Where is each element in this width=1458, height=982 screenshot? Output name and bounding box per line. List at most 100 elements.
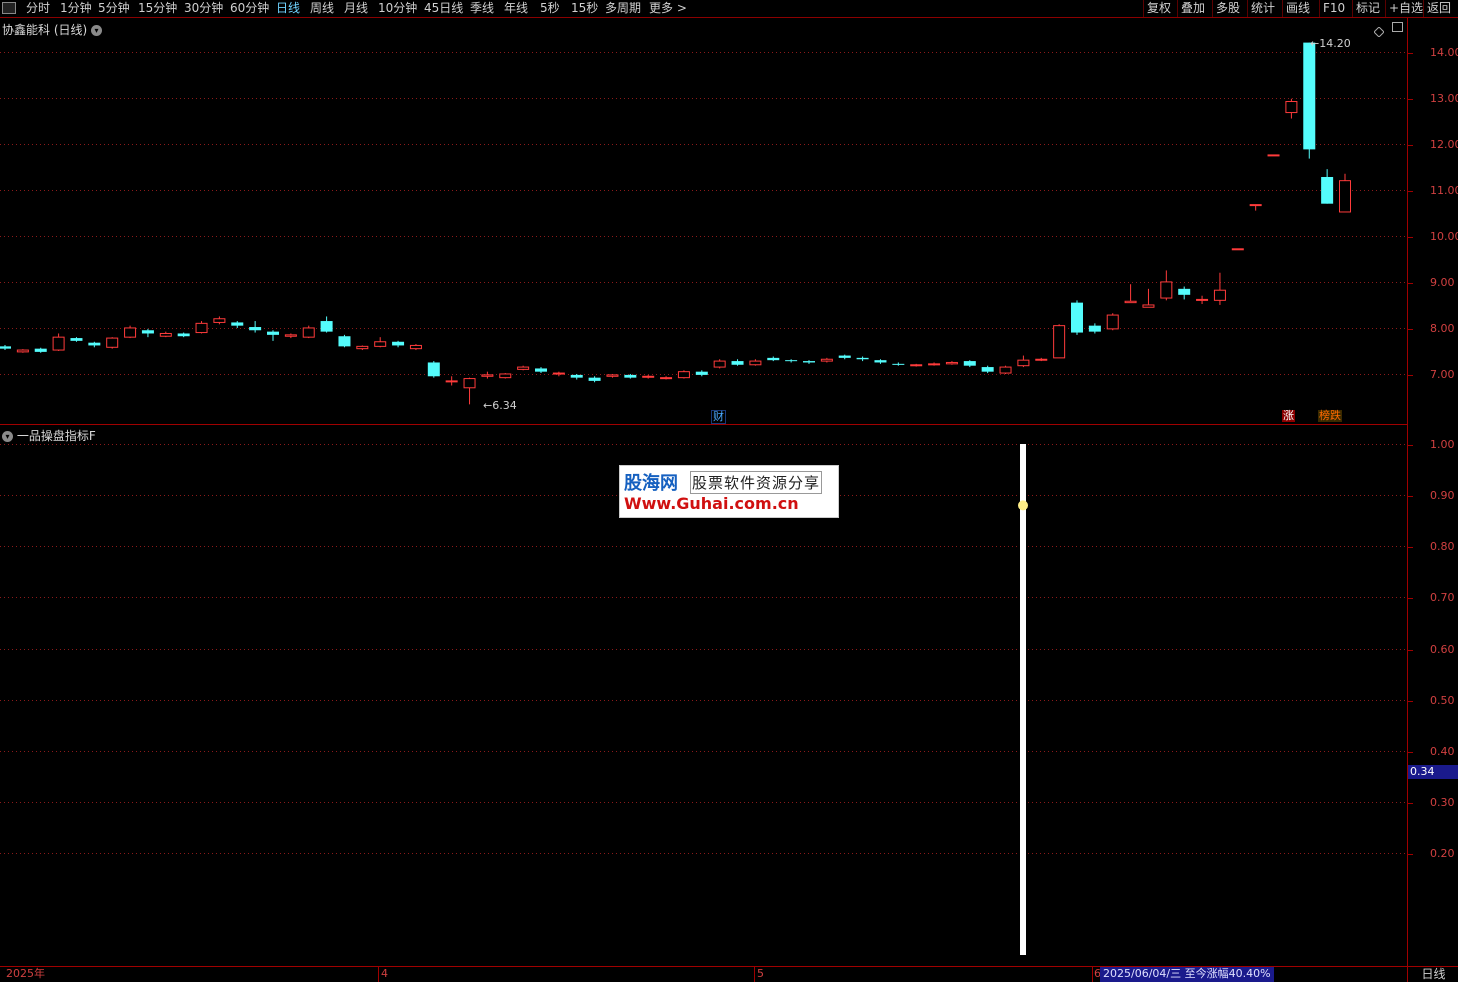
candle-body [1071,302,1083,333]
candle-body [874,360,887,363]
candle-body [302,327,315,338]
candle-body [1321,176,1334,204]
candle-body [535,368,547,372]
candle-body [1142,304,1155,308]
candle-body [588,377,601,381]
indicator-axis-label: 0.30 [1430,795,1455,809]
candle-body [195,322,208,334]
indicator-axis-label: 0.40 [1430,744,1455,758]
candle-body [52,336,65,351]
price-axis-label: 7.00 [1430,367,1455,381]
y-tick [1408,236,1413,238]
month-label: 5 [757,967,764,980]
panel-divider [0,424,1407,425]
price-axis-label: 14.00 [1430,45,1458,59]
y-tick [1408,751,1413,753]
y-tick [1408,495,1413,497]
y-tick [1408,190,1413,192]
candle-body [767,357,780,361]
price-axis-border [1407,18,1408,967]
indicator-axis-label: 1.00 [1430,437,1455,451]
finance-marker[interactable]: 财 [711,410,726,424]
candle-body [1088,325,1101,332]
candle-body [1196,298,1209,301]
candle-body [124,327,137,338]
candle-body [141,330,154,334]
candle-body [660,377,673,380]
range-status: 2025/06/04/三 至今涨幅40.40% [1100,967,1274,982]
candle-body [1106,314,1119,330]
y-tick [1408,802,1413,804]
candle-body [981,367,994,372]
signal-dot [1018,500,1028,511]
candle-body [159,332,172,337]
candle-body [409,344,422,350]
candle-body [856,357,869,360]
candle-body [928,363,941,366]
y-tick [1408,853,1413,855]
y-tick [1408,546,1413,548]
candle-body [624,374,637,378]
candle-body [1035,358,1048,361]
candle-body [1017,359,1030,367]
candle-body [70,338,83,341]
watermark-slogan: 股票软件资源分享 [690,471,823,494]
candle-body [1285,101,1298,114]
y-tick [1408,597,1413,599]
price-axis-label: 11.00 [1430,183,1458,197]
watermark-brand: 股海网 [624,473,678,494]
candle-body [177,333,190,337]
candle-body [338,336,351,347]
candle-body [374,341,387,347]
candle-body [499,373,512,379]
candle-body [16,349,29,353]
candle-body [284,334,297,337]
indicator-axis-label: 0.90 [1430,488,1455,502]
year-label: 2025年 [6,967,45,980]
candle-body [820,358,833,362]
date-tick [754,967,755,982]
low-price-label: ←6.34 [483,399,517,412]
candle-body [1178,288,1191,295]
price-axis-label: 10.00 [1430,229,1458,243]
date-axis: 2025年 4 5 6 2025/06/04/三 至今涨幅40.40% 日线 [0,966,1458,982]
candle-body [552,372,565,375]
candle-body [427,362,440,377]
candle-body [945,361,958,365]
indicator-axis-label: 0.50 [1430,693,1455,707]
period-indicator-tab[interactable]: 日线 [1407,967,1458,982]
high-price-label: ←14.20 [1310,37,1351,50]
indicator-axis-label: 0.70 [1430,590,1455,604]
y-tick [1408,444,1413,446]
candle-body [570,374,583,378]
candle-body [249,327,262,331]
candle-body [1267,154,1280,157]
indicator-axis-label: 0.20 [1430,846,1455,860]
candle-body [677,371,690,379]
candle-body [481,374,494,377]
candle-body [1160,281,1173,299]
candle-body [213,318,226,323]
candle-body [445,380,458,383]
limit-up-marker[interactable]: 涨 [1282,410,1295,422]
candle-body [1231,248,1244,251]
ranking-marker[interactable]: 榜跌 [1318,410,1342,422]
candle-body [231,322,244,326]
candle-body [785,360,798,362]
signal-bar [1020,444,1026,955]
candle-body [463,378,476,389]
candle-body [695,371,708,375]
candle-body [1053,325,1066,359]
month-label: 4 [381,967,388,980]
candle-body [106,337,119,348]
price-axis-label: 8.00 [1430,321,1455,335]
candle-body [1124,300,1137,304]
indicator-current-value: 0.34 [1408,765,1458,779]
watermark-logo: 股海网 股票软件资源分享 Www.Guhai.com.cn [619,465,839,518]
y-tick [1408,144,1413,146]
candle-body [320,321,333,332]
candle-body [910,364,923,367]
candle-body [713,360,726,368]
candle-body [1303,42,1316,150]
candle-body [606,374,619,377]
